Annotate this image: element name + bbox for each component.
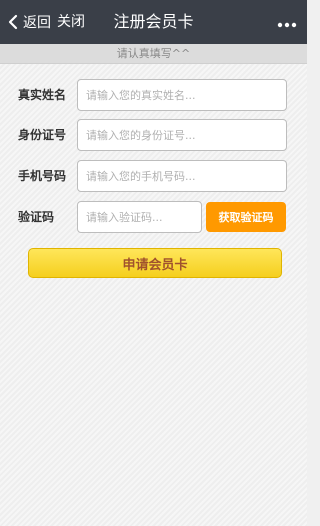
navbar: 返回 关闭 注册会员卡 — [0, 0, 307, 44]
page-title: 注册会员卡 — [113, 12, 194, 31]
back-button[interactable]: 返回 — [8, 0, 51, 44]
chevron-left-icon — [8, 14, 18, 30]
more-button[interactable] — [275, 0, 299, 44]
code-label: 验证码 — [18, 210, 55, 224]
name-label: 真实姓名 — [18, 88, 67, 102]
notice-bar: 请认真填写^^ — [0, 44, 307, 64]
id-number-label: 身份证号 — [18, 128, 67, 142]
back-label: 返回 — [23, 15, 51, 31]
phone-label: 手机号码 — [18, 169, 67, 183]
id-number-input[interactable] — [77, 119, 287, 151]
verification-code-input[interactable] — [77, 201, 202, 233]
phone-input[interactable] — [77, 160, 287, 192]
apply-card-button[interactable]: 申请会员卡 — [28, 248, 282, 278]
registration-form: 真实姓名 身份证号 手机号码 验证码 获取验证码 申请会员卡 — [0, 64, 307, 526]
name-input[interactable] — [77, 79, 287, 111]
close-button[interactable]: 关闭 — [57, 0, 85, 44]
more-dots-icon — [277, 13, 297, 32]
get-code-button[interactable]: 获取验证码 — [206, 202, 286, 232]
